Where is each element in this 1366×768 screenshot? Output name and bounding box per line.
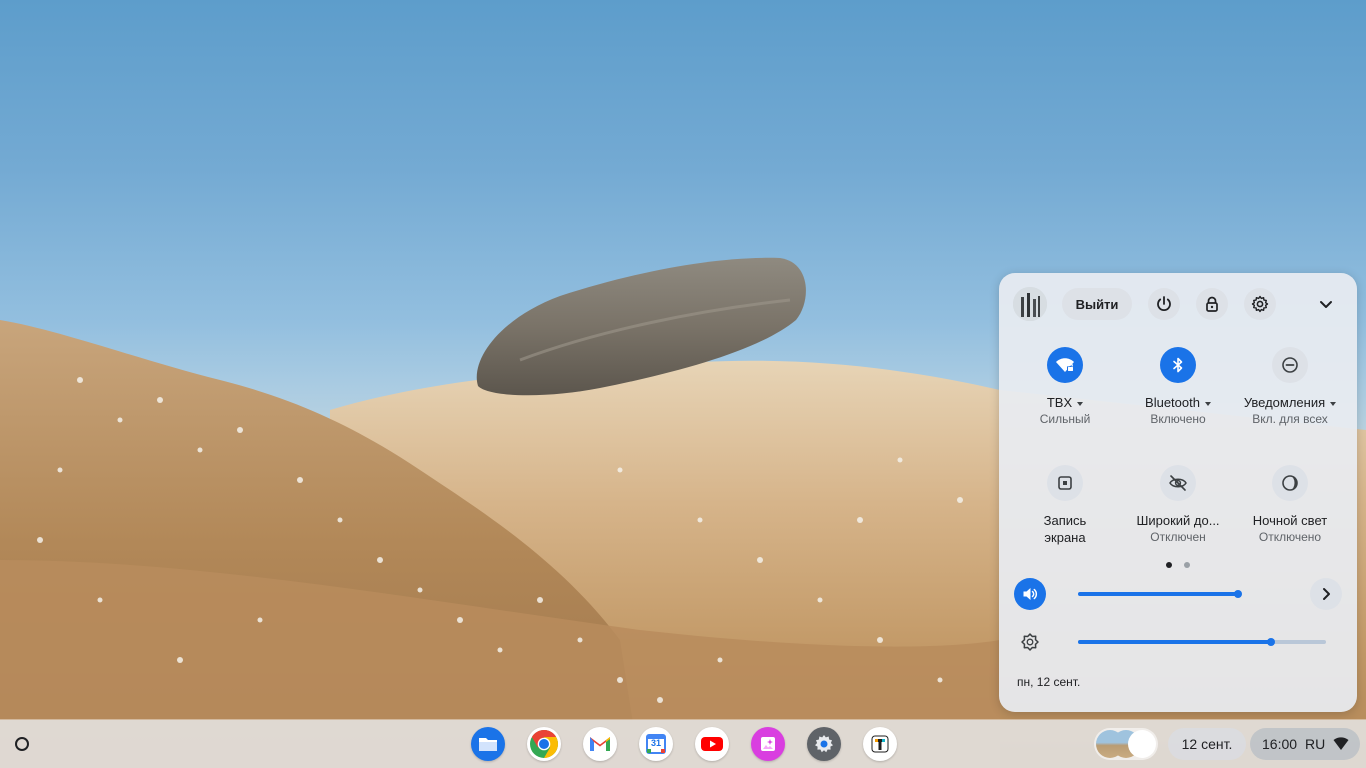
quick-settings-date[interactable]: пн, 12 сент. [1017,675,1080,689]
sign-out-button[interactable]: Выйти [1062,288,1132,320]
files-icon [479,738,497,751]
launcher-button[interactable] [6,728,38,760]
shelf-app-text[interactable] [863,727,897,761]
network-toggle[interactable] [1047,347,1083,383]
tray-holding-space[interactable] [1094,728,1158,760]
brightness-slider-fill [1078,640,1271,644]
volume-slider-fill [1078,592,1238,596]
tray-status-area[interactable]: 16:00 RU [1250,728,1360,760]
tray-time: 16:00 [1262,736,1298,752]
chrome-icon [530,730,558,758]
accessibility-label[interactable]: Широкий до... [1123,512,1233,529]
night-light-toggle[interactable] [1272,465,1308,501]
shelf: 31 12 сент. 16:00 RU [0,720,1366,768]
do-not-disturb-icon [1282,357,1298,373]
volume-slider-thumb[interactable] [1234,590,1242,598]
night-light-label[interactable]: Ночной свет [1235,512,1345,529]
volume-slider[interactable] [1078,590,1278,598]
user-avatar[interactable] [1013,287,1047,321]
lock-icon [1206,296,1218,312]
tray-language: RU [1305,736,1326,752]
tile-night-light[interactable]: Ночной свет Отключено [1235,465,1345,546]
bluetooth-status: Включено [1150,412,1206,426]
tile-network[interactable]: TBX Сильный [1010,347,1120,428]
mute-button[interactable] [1014,578,1046,610]
brightness-button [1014,626,1046,658]
network-label[interactable]: TBX [1010,394,1120,411]
shelf-app-calendar[interactable]: 31 [639,727,673,761]
youtube-icon [701,737,723,751]
shelf-app-gmail[interactable] [583,727,617,761]
notifications-toggle[interactable] [1272,347,1308,383]
screen-capture-label[interactable]: Запись экрана [1010,512,1120,546]
gallery-icon [761,737,775,751]
tile-notifications[interactable]: Уведомления Вкл. для всех [1235,347,1345,428]
gear-icon [1251,295,1269,313]
tile-screen-capture[interactable]: Запись экрана [1010,465,1120,546]
shelf-app-youtube[interactable] [695,727,729,761]
settings-icon [815,735,833,753]
text-app-icon [871,735,889,753]
power-icon [1157,296,1171,311]
night-light-icon [1282,475,1298,491]
wifi-lock-icon [1056,358,1074,372]
bluetooth-toggle[interactable] [1160,347,1196,383]
eye-off-icon [1169,475,1187,491]
notifications-label[interactable]: Уведомления [1235,394,1345,411]
gmail-icon [590,737,610,751]
holding-space-thumb-3 [1128,730,1156,758]
avatar-image [1013,287,1047,321]
quick-settings-panel: Выйти TBX Сильный Bluetooth Включено Уве… [999,273,1357,712]
brightness-slider-thumb[interactable] [1267,638,1275,646]
tray-date[interactable]: 12 сент. [1168,728,1246,760]
screen-capture-icon [1058,476,1072,490]
network-menu-caret [1077,401,1084,406]
shelf-app-gallery[interactable] [751,727,785,761]
brightness-icon [1021,633,1039,651]
notifications-status: Вкл. для всех [1252,412,1328,426]
bluetooth-icon [1173,357,1183,373]
launcher-icon [15,737,29,751]
night-light-status: Отключено [1258,530,1322,544]
page-dot-2[interactable] [1184,562,1190,568]
tile-accessibility[interactable]: Широкий до... Отключен [1123,465,1233,546]
power-button[interactable] [1148,288,1180,320]
lock-button[interactable] [1196,288,1228,320]
tile-bluetooth[interactable]: Bluetooth Включено [1123,347,1233,428]
brightness-slider[interactable] [1078,638,1326,646]
notifications-menu-caret [1330,401,1337,406]
bluetooth-menu-caret [1204,401,1211,406]
chevron-down-icon [1320,301,1332,308]
network-status: Сильный [1039,412,1091,426]
collapse-button[interactable] [1310,288,1342,320]
chevron-right-icon [1323,588,1330,600]
shelf-app-chrome[interactable] [527,727,561,761]
accessibility-status: Отключен [1150,530,1206,544]
screen-capture-toggle[interactable] [1047,465,1083,501]
volume-icon [1023,588,1037,600]
page-dot-1[interactable] [1166,562,1172,568]
settings-button[interactable] [1244,288,1276,320]
bluetooth-label[interactable]: Bluetooth [1123,394,1233,411]
wifi-icon [1333,737,1349,750]
shelf-app-settings[interactable] [807,727,841,761]
calendar-badge: 31 [650,738,661,748]
audio-settings-button[interactable] [1310,578,1342,610]
accessibility-toggle[interactable] [1160,465,1196,501]
shelf-app-files[interactable] [471,727,505,761]
